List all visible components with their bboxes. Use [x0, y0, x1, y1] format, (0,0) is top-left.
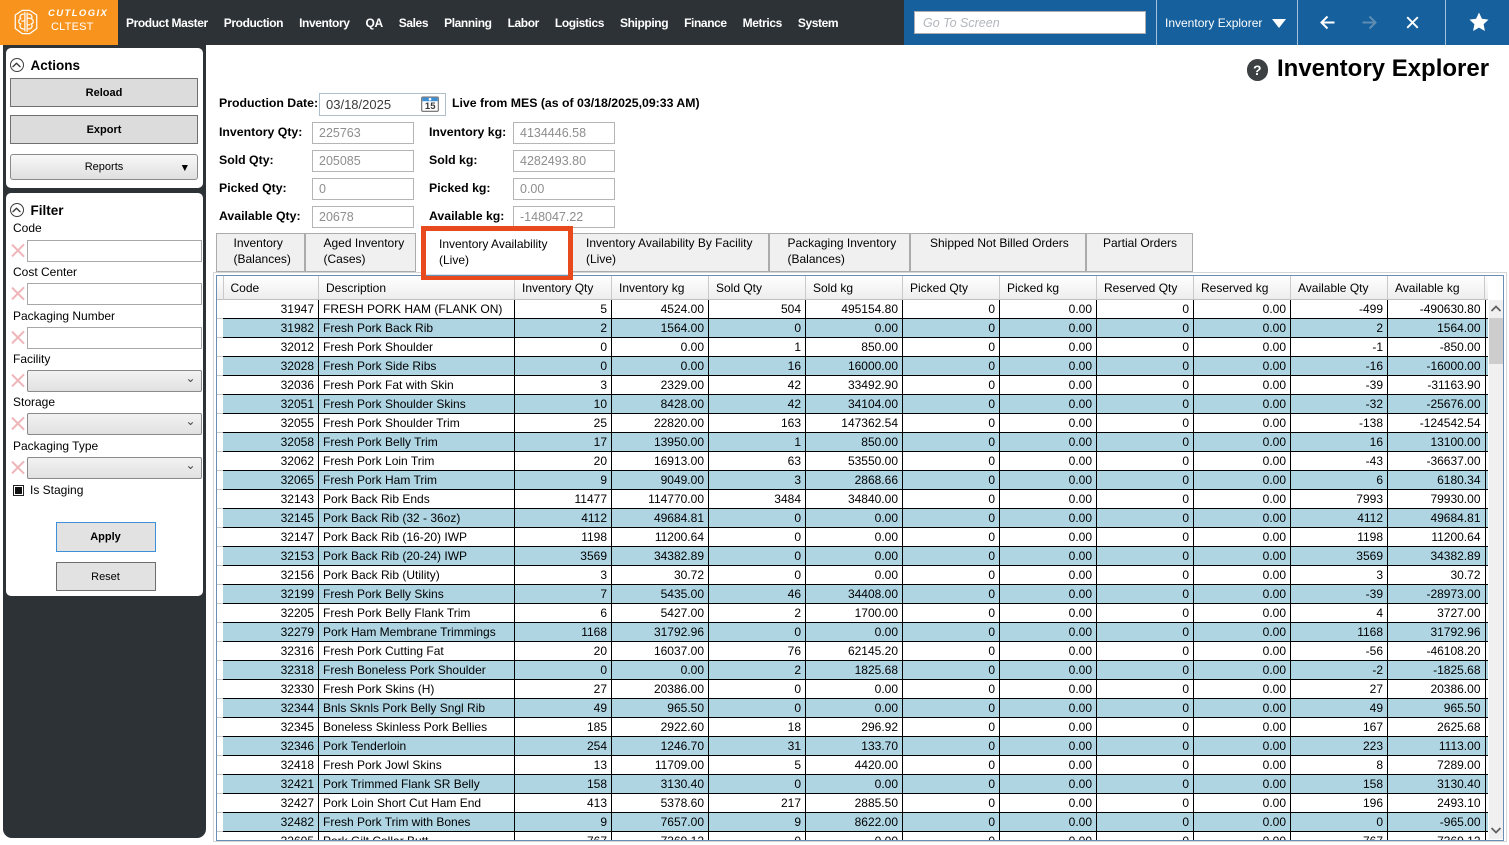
- svg-text:15: 15: [425, 101, 436, 112]
